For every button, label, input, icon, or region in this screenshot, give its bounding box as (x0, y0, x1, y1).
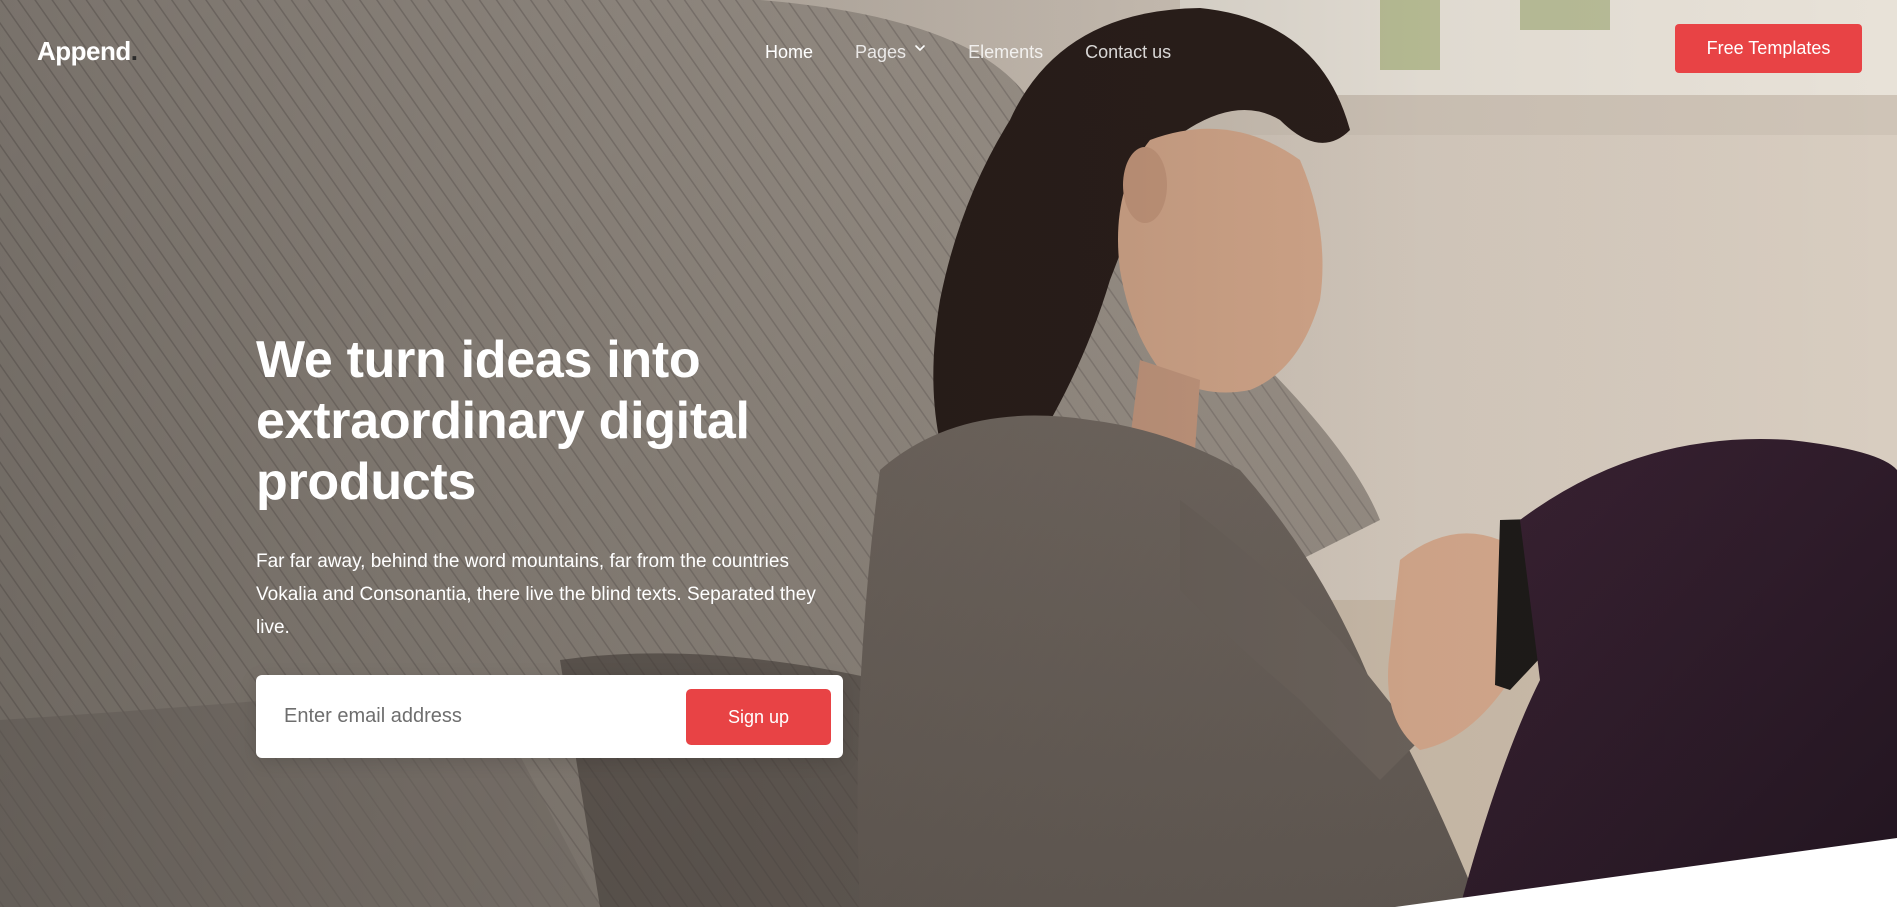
hero-section: Append. Home Pages Elements Contact us F… (0, 0, 1897, 907)
email-input[interactable] (256, 675, 676, 758)
brand-logo[interactable]: Append. (37, 36, 138, 67)
nav-item-label: Pages (855, 42, 907, 62)
nav-item-label: Elements (968, 42, 1044, 62)
sign-up-button[interactable]: Sign up (686, 689, 831, 745)
nav-item-elements[interactable]: Elements (968, 42, 1043, 63)
nav-item-contact[interactable]: Contact us (1085, 42, 1171, 63)
hero-headline: We turn ideas into extraordinary digital… (256, 331, 750, 511)
brand-name: Append (37, 36, 131, 66)
brand-dot: . (130, 36, 138, 66)
chevron-down-icon (915, 44, 925, 51)
nav-item-label: Contact us (1085, 42, 1172, 62)
main-nav: Home Pages Elements Contact us (765, 42, 1213, 63)
signup-form: Sign up (256, 675, 843, 758)
nav-item-label: Home (765, 42, 814, 62)
free-templates-button[interactable]: Free Templates (1675, 24, 1862, 73)
hero-lede: Far far away, behind the word mountains,… (256, 551, 816, 638)
nav-item-home[interactable]: Home (765, 42, 813, 63)
nav-item-pages[interactable]: Pages (855, 42, 926, 63)
